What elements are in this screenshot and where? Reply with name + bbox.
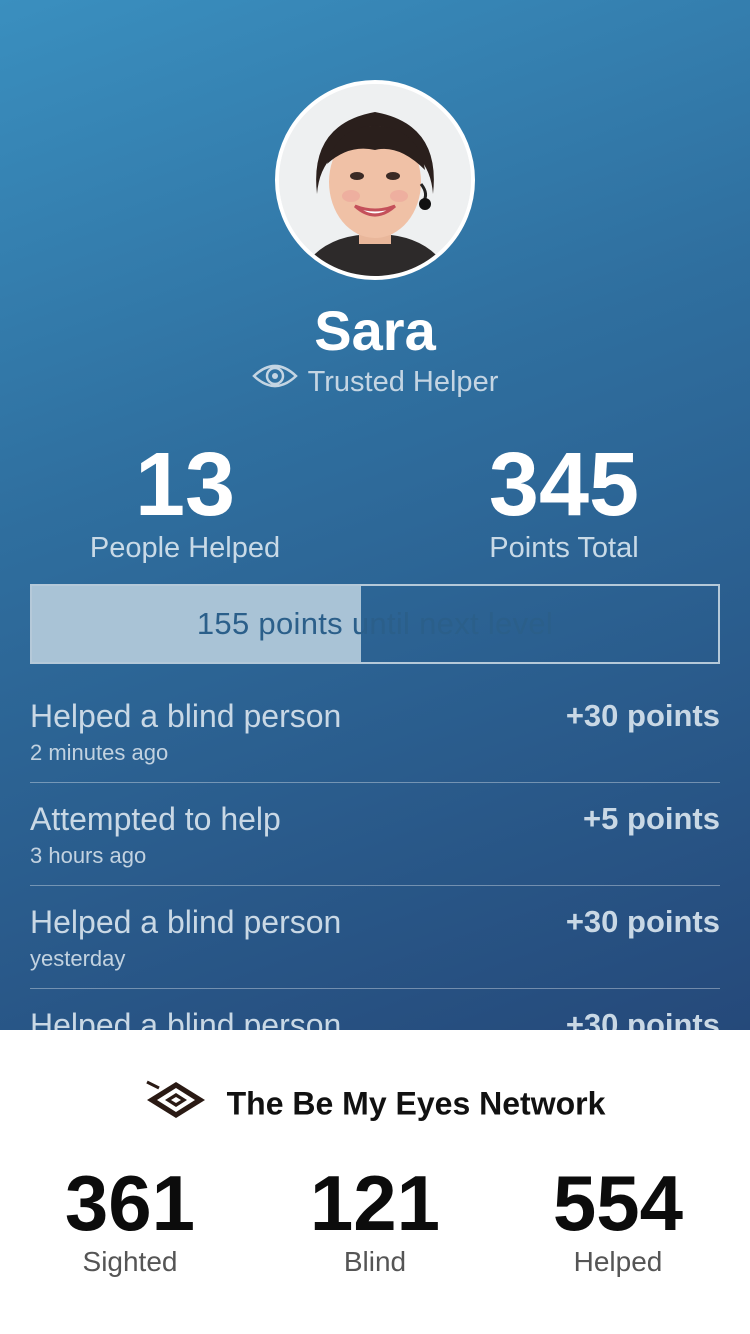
activity-time: 2 minutes ago bbox=[30, 740, 169, 765]
activity-time: 3 hours ago bbox=[30, 843, 147, 868]
activity-row[interactable]: Attempted to help 3 hours ago +5 points bbox=[30, 783, 720, 886]
activity-title: Helped a blind person bbox=[30, 698, 342, 734]
network-sighted-stat: 361 Sighted bbox=[10, 1164, 250, 1278]
network-blind-value: 121 bbox=[309, 1159, 441, 1247]
activity-list[interactable]: Helped a blind person 2 minutes ago +30 … bbox=[30, 680, 720, 1030]
activity-points: +30 points bbox=[565, 1007, 720, 1030]
activity-points: +5 points bbox=[583, 801, 720, 836]
activity-time: yesterday bbox=[30, 946, 126, 971]
network-helped-label: Helped bbox=[573, 1246, 663, 1277]
activity-title: Attempted to help bbox=[30, 801, 281, 837]
network-helped-stat: 554 Helped bbox=[498, 1164, 738, 1278]
trusted-helper-badge: Trusted Helper bbox=[0, 365, 750, 399]
trusted-helper-label: Trusted Helper bbox=[307, 366, 499, 398]
people-helped-label: People Helped bbox=[89, 532, 281, 564]
activity-title: Helped a blind person bbox=[30, 1007, 342, 1030]
level-progress-text: 155 points until next level bbox=[196, 606, 554, 641]
activity-row[interactable]: Helped a blind person 2 minutes ago +30 … bbox=[30, 680, 720, 783]
network-sighted-value: 361 bbox=[64, 1159, 196, 1247]
people-helped-value: 13 bbox=[134, 435, 236, 535]
network-blind-label: Blind bbox=[343, 1246, 407, 1277]
activity-row[interactable]: Helped a blind person +30 points bbox=[30, 989, 720, 1030]
be-my-eyes-logo-icon bbox=[145, 1078, 207, 1128]
network-panel: The Be My Eyes Network 361 Sighted 121 B… bbox=[0, 1030, 750, 1334]
activity-points: +30 points bbox=[565, 904, 720, 939]
network-blind-stat: 121 Blind bbox=[255, 1164, 495, 1278]
points-total-value: 345 bbox=[488, 435, 640, 535]
network-title: The Be My Eyes Network bbox=[0, 1080, 750, 1128]
profile-panel: Sara Trusted Helper 13 People Helped 345… bbox=[0, 0, 750, 1030]
eye-icon bbox=[251, 362, 298, 398]
level-progress-bar: 155 points until next level bbox=[30, 584, 720, 664]
avatar[interactable] bbox=[275, 80, 475, 280]
points-total-label: Points Total bbox=[489, 532, 639, 564]
activity-points: +30 points bbox=[565, 698, 720, 733]
points-total-stat: 345 Points Total bbox=[404, 440, 724, 565]
activity-row[interactable]: Helped a blind person yesterday +30 poin… bbox=[30, 886, 720, 989]
profile-name: Sara bbox=[314, 299, 436, 362]
people-helped-stat: 13 People Helped bbox=[25, 440, 345, 565]
avatar-photo bbox=[279, 84, 471, 276]
network-helped-value: 554 bbox=[552, 1159, 684, 1247]
network-title-label: The Be My Eyes Network bbox=[226, 1085, 606, 1122]
activity-title: Helped a blind person bbox=[30, 904, 342, 940]
network-sighted-label: Sighted bbox=[82, 1246, 178, 1277]
